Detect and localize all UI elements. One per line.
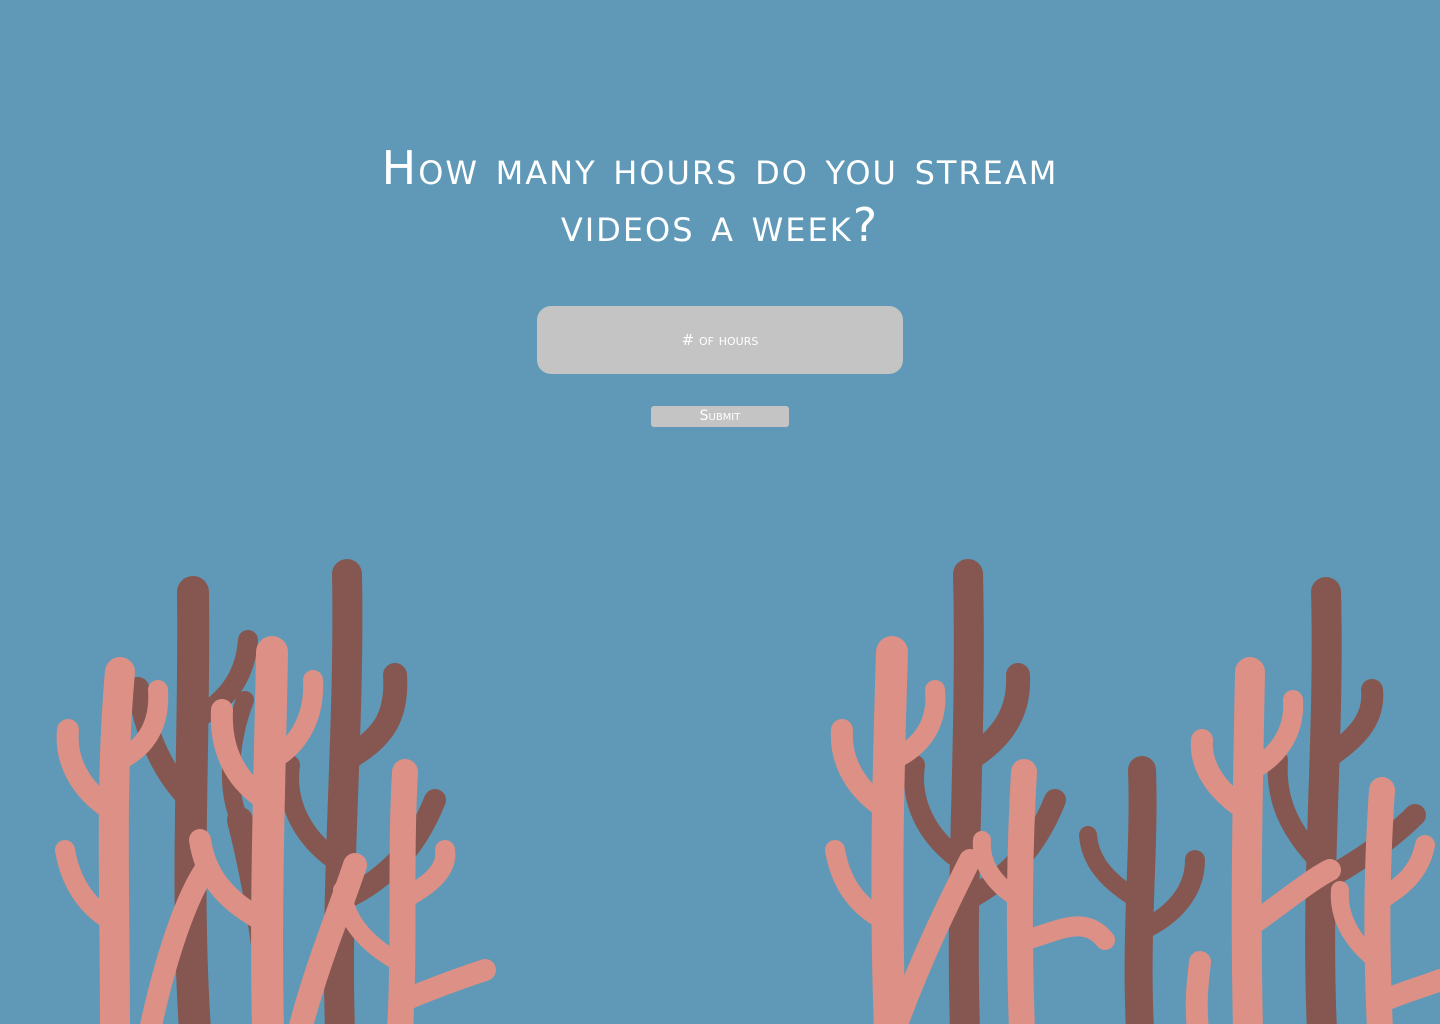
coral-left-dark xyxy=(127,559,446,1024)
coral-right-light xyxy=(825,636,1440,1024)
submit-button[interactable]: Submit xyxy=(651,406,789,427)
hours-input[interactable] xyxy=(537,306,903,374)
question-line-1: How many hours do you stream xyxy=(381,141,1059,195)
question-heading: How many hours do you stream videos a we… xyxy=(0,140,1440,254)
coral-right-dark xyxy=(904,559,1426,1024)
coral-left-light xyxy=(55,636,496,1024)
question-line-2: videos a week? xyxy=(560,198,880,252)
